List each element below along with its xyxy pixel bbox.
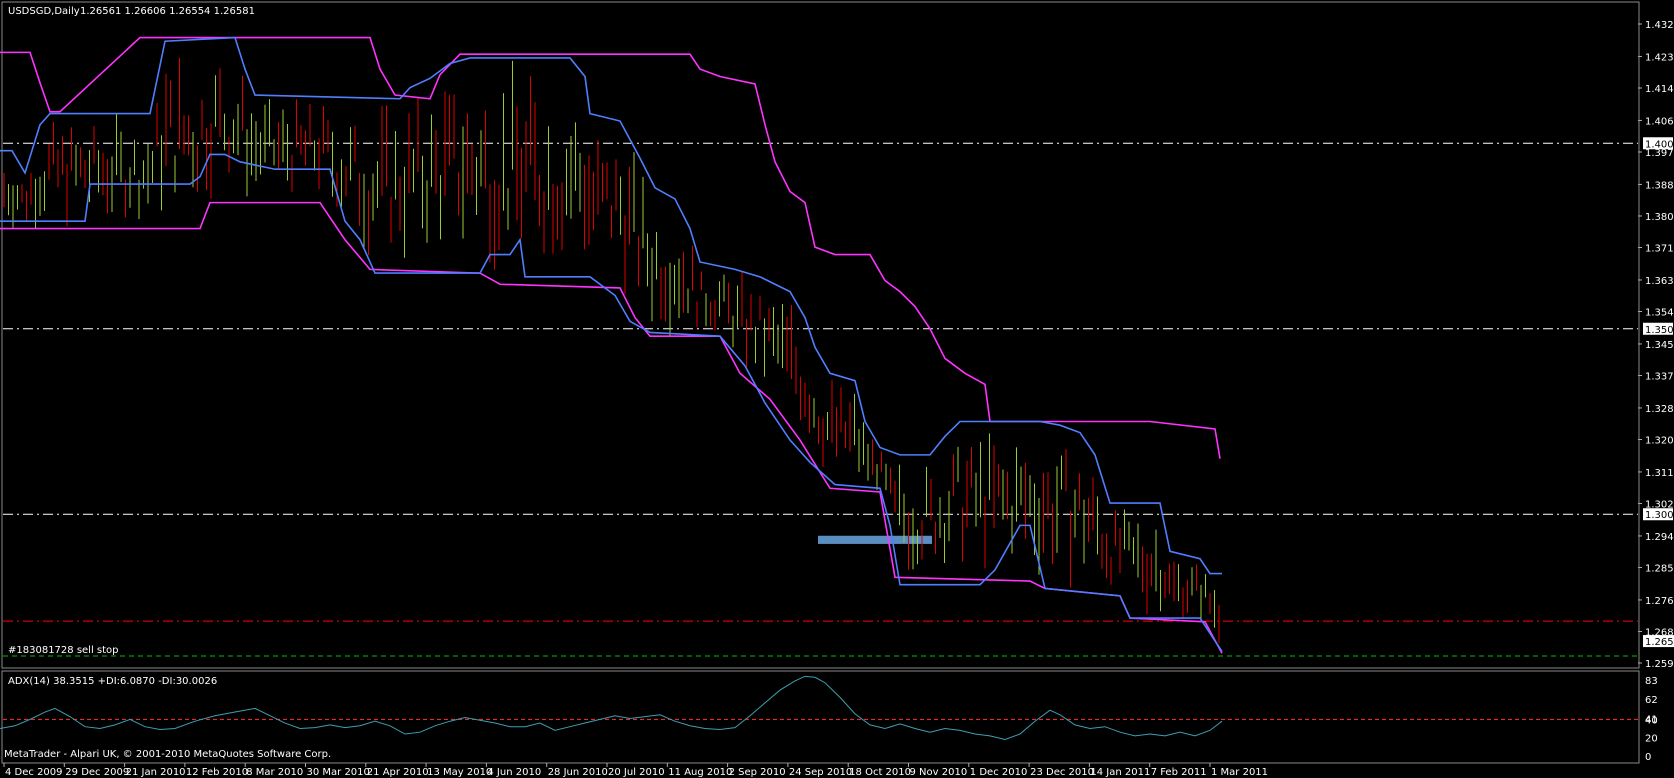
time-tick-label: 21 Apr 2010 bbox=[367, 767, 429, 778]
price-level-label: 1.35000 bbox=[1645, 325, 1674, 336]
price-tick-label: 1.30290 bbox=[1645, 499, 1674, 510]
price-tick-label: 1.34590 bbox=[1645, 340, 1674, 351]
time-tick-label: 9 Nov 2010 bbox=[910, 767, 968, 778]
adx-tick-label: 83 bbox=[1645, 676, 1658, 687]
time-tick-label: 12 Feb 2010 bbox=[186, 767, 248, 778]
time-tick-label: 24 Sep 2010 bbox=[789, 767, 852, 778]
highlight-zone bbox=[818, 535, 932, 544]
price-tick-label: 1.39765 bbox=[1645, 148, 1674, 159]
price-tick-label: 1.28565 bbox=[1645, 563, 1674, 574]
price-tick-label: 1.29415 bbox=[1645, 532, 1674, 543]
time-tick-label: 14 Jan 2011 bbox=[1090, 767, 1150, 778]
price-tick-label: 1.36315 bbox=[1645, 276, 1674, 287]
price-tick-label: 1.32015 bbox=[1645, 435, 1674, 446]
price-axis: 1.43215 1.42340 1.41490 1.40615 1.39765 1.388… bbox=[1638, 20, 1674, 670]
price-tick-label: 1.41490 bbox=[1645, 84, 1674, 95]
chart-canvas: 1.400001.350001.300001.26581 1.432151.42… bbox=[0, 1, 1674, 778]
main-plot-frame bbox=[1, 1, 1640, 669]
price-level-label: 1.30000 bbox=[1645, 510, 1674, 521]
adx-tick-label: 40 bbox=[1645, 715, 1658, 726]
price-tick-label: 1.25990 bbox=[1645, 659, 1674, 670]
price-tick-label: 1.26840 bbox=[1645, 627, 1674, 638]
highlight-zone-rect bbox=[818, 535, 932, 544]
price-tick-label: 1.40615 bbox=[1645, 116, 1674, 127]
price-tick-label: 1.42340 bbox=[1645, 52, 1674, 63]
ohlc-header: 1.26561 1.26606 1.26554 1.26581 bbox=[80, 6, 255, 17]
time-tick-label: 29 Dec 2009 bbox=[65, 767, 129, 778]
time-tick-label: 23 Dec 2010 bbox=[1030, 767, 1094, 778]
time-tick-label: 20 Jul 2010 bbox=[608, 767, 665, 778]
time-tick-label: 7 Feb 2011 bbox=[1151, 767, 1207, 778]
time-tick-label: 2 Sep 2010 bbox=[729, 767, 786, 778]
time-tick-label: 1 Mar 2011 bbox=[1211, 767, 1268, 778]
price-tick-label: 1.33740 bbox=[1645, 371, 1674, 382]
price-tick-label: 1.43215 bbox=[1645, 20, 1674, 31]
price-tick-label: 1.31140 bbox=[1645, 468, 1674, 479]
time-tick-label: 4 Jun 2010 bbox=[487, 767, 541, 778]
time-tick-label: 4 Dec 2009 bbox=[5, 767, 63, 778]
time-tick-label: 1 Dec 2010 bbox=[970, 767, 1028, 778]
copyright-text: MetaTrader - Alpari UK, © 2001-2010 Meta… bbox=[4, 749, 331, 760]
time-tick-label: 13 May 2010 bbox=[427, 767, 492, 778]
time-tick-label: 28 Jun 2010 bbox=[548, 767, 608, 778]
adx-title: ADX(14) 38.3515 +DI:6.0870 -DI:30.0026 bbox=[8, 676, 217, 687]
lower-channel-line bbox=[0, 201, 1223, 654]
time-tick-label: 8 Mar 2010 bbox=[246, 767, 303, 778]
adx-tick-label: 0 bbox=[1645, 752, 1651, 763]
price-levels: 1.400001.350001.300001.26581 bbox=[3, 137, 1674, 657]
time-tick-label: 30 Mar 2010 bbox=[307, 767, 370, 778]
upper-channel-line bbox=[0, 36, 1221, 459]
time-tick-label: 11 Aug 2010 bbox=[668, 767, 732, 778]
adx-tick-label: 62 bbox=[1645, 695, 1658, 706]
price-tick-label: 1.27690 bbox=[1645, 596, 1674, 607]
price-tick-label: 1.38040 bbox=[1645, 212, 1674, 223]
price-tick-label: 1.35465 bbox=[1645, 308, 1674, 319]
price-tick-label: 1.37190 bbox=[1645, 244, 1674, 255]
price-tick-label: 1.32865 bbox=[1645, 404, 1674, 415]
adx-tick-label: 20 bbox=[1645, 734, 1658, 745]
inner-upper-line bbox=[0, 36, 1222, 575]
time-axis: 4 Dec 2009 29 Dec 200921 Jan 2010 12 Feb 2… bbox=[3, 763, 1268, 778]
price-tick-label: 1.38890 bbox=[1645, 180, 1674, 191]
current-price-label: 1.26581 bbox=[1645, 637, 1674, 648]
channel-lines bbox=[0, 36, 1223, 654]
order-label: #183081728 sell stop bbox=[8, 645, 119, 656]
time-tick-label: 21 Jan 2010 bbox=[126, 767, 186, 778]
time-tick-label: 18 Oct 2010 bbox=[849, 767, 911, 778]
chart-title: USDSGD,Daily bbox=[8, 6, 80, 17]
